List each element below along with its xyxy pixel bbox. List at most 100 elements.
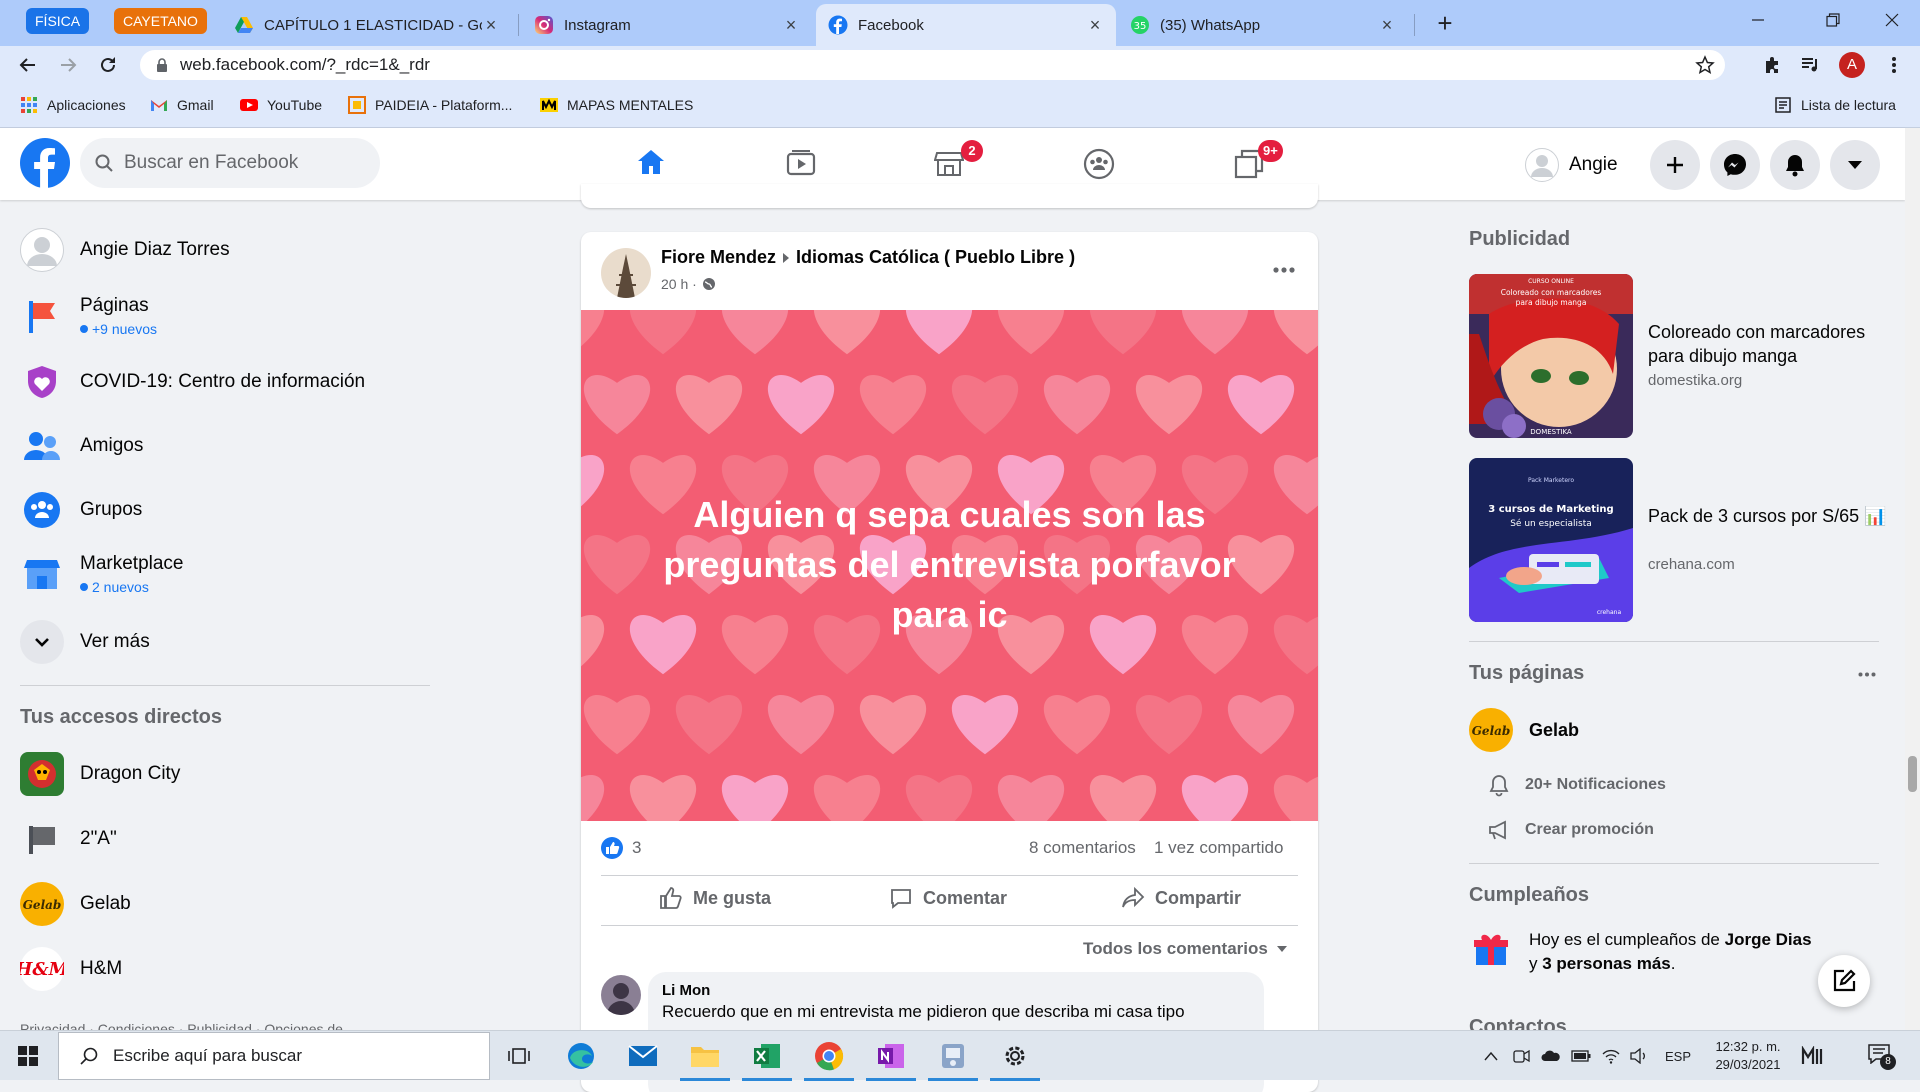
language-indicator[interactable]: ESP [1656, 1031, 1700, 1081]
create-promotion[interactable]: Crear promoción [1487, 818, 1654, 842]
file-explorer-icon[interactable] [674, 1031, 736, 1081]
post-time[interactable]: 20 h · [661, 276, 697, 292]
notifications-button[interactable] [1770, 140, 1820, 190]
settings-icon[interactable] [984, 1031, 1046, 1081]
shortcut-gelab[interactable]: Gelab Gelab [20, 882, 131, 926]
facebook-search-input[interactable]: Buscar en Facebook [80, 138, 380, 188]
ad-title[interactable]: Pack de 3 cursos por S/65 📊 [1648, 504, 1888, 528]
battery-icon[interactable] [1568, 1031, 1594, 1081]
bookmark-mapas[interactable]: MAPAS MENTALES [540, 94, 693, 116]
page-gelab[interactable]: Gelab Gelab [1469, 708, 1579, 752]
shortcut-2a[interactable]: 2"A" [20, 817, 117, 861]
page-scrollbar[interactable] [1905, 128, 1920, 1030]
chrome-icon[interactable] [798, 1031, 860, 1081]
close-tab-icon[interactable]: × [1378, 16, 1396, 34]
ad-image-text: para dibujo manga [1516, 298, 1587, 307]
sidebar-item-marketplace[interactable]: Marketplace 2 nuevos [20, 552, 184, 596]
shortcut-hm[interactable]: H&M H&M [20, 947, 122, 991]
ad-image-crehana[interactable]: Pack Marketero 3 cursos de Marketing Sé … [1469, 458, 1633, 622]
sidebar-item-profile[interactable]: Angie Diaz Torres [20, 228, 230, 272]
tab-google-drive[interactable]: CAPÍTULO 1 ELASTICIDAD - Goo × [222, 4, 512, 46]
post-text-background[interactable]: Alguien q sepa cuales son las preguntas … [581, 310, 1318, 821]
address-bar[interactable]: web.facebook.com/?_rdc=1&_rdr [140, 50, 1725, 80]
sidebar-see-more[interactable]: Ver más [20, 620, 150, 664]
footer-links[interactable]: Privacidad · Condiciones · Publicidad · … [20, 1018, 420, 1030]
like-button[interactable]: Me gusta [659, 878, 771, 918]
volume-icon[interactable] [1626, 1031, 1652, 1081]
ad-source[interactable]: domestika.org [1648, 372, 1742, 389]
onedrive-icon[interactable] [1538, 1031, 1564, 1081]
page-notifications[interactable]: 20+ Notificaciones [1487, 773, 1666, 797]
bookmark-youtube[interactable]: YouTube [240, 94, 322, 116]
back-button[interactable] [12, 49, 44, 81]
share-count[interactable]: 1 vez compartido [1154, 838, 1283, 858]
tab-instagram[interactable]: Instagram × [522, 4, 812, 46]
birthday-text[interactable]: Hoy es el cumpleaños de Jorge Dias y 3 p… [1529, 928, 1819, 976]
sidebar-item-friends[interactable]: Amigos [20, 424, 143, 468]
ad-source[interactable]: crehana.com [1648, 556, 1735, 573]
tab-group-cayetano[interactable]: CAYETANO [114, 8, 207, 34]
clock[interactable]: 12:32 p. m. 29/03/2021 [1704, 1031, 1792, 1081]
ad-title[interactable]: Coloreado con marcadores para dibujo man… [1648, 320, 1888, 368]
pages-options-button[interactable] [1850, 662, 1884, 686]
bookmark-paideia[interactable]: PAIDEIA - Plataform... [348, 94, 512, 116]
create-button[interactable] [1650, 140, 1700, 190]
sidebar-item-groups[interactable]: Grupos [20, 488, 142, 532]
profile-shortcut[interactable]: Angie [1525, 140, 1618, 190]
start-button[interactable] [0, 1031, 56, 1081]
taskbar-search-input[interactable]: Escribe aquí para buscar [58, 1032, 490, 1080]
lock-icon[interactable] [156, 57, 168, 73]
new-tab-button[interactable]: + [1430, 8, 1460, 38]
close-tab-icon[interactable]: × [782, 16, 800, 34]
reaction-summary[interactable]: 3 [601, 837, 641, 859]
scrollbar-thumb[interactable] [1908, 756, 1917, 792]
tab-whatsapp[interactable]: 35 (35) WhatsApp × [1118, 4, 1408, 46]
account-menu-button[interactable] [1830, 140, 1880, 190]
bookmark-gmail[interactable]: Gmail [150, 94, 214, 116]
restore-button[interactable] [1805, 0, 1861, 40]
app-icon[interactable] [922, 1031, 984, 1081]
share-button[interactable]: Compartir [1121, 878, 1241, 918]
tray-overflow-icon[interactable] [1478, 1031, 1504, 1081]
minimize-button[interactable] [1730, 0, 1786, 40]
reload-button[interactable] [92, 49, 124, 81]
messenger-button[interactable] [1710, 140, 1760, 190]
facebook-logo-icon[interactable] [20, 138, 70, 188]
sidebar-item-covid[interactable]: COVID-19: Centro de información [20, 360, 365, 404]
new-message-button[interactable] [1818, 955, 1870, 1007]
forward-button[interactable] [52, 49, 84, 81]
task-view-icon[interactable] [488, 1031, 550, 1081]
commenter-avatar[interactable] [601, 975, 641, 1015]
bookmark-apps[interactable]: Aplicaciones [20, 94, 126, 116]
ad-image-domestika[interactable]: CURSO ONLINE Coloreado con marcadores pa… [1469, 274, 1633, 438]
reading-list-button[interactable]: Lista de lectura [1774, 94, 1896, 116]
mail-icon[interactable] [612, 1031, 674, 1081]
close-tab-icon[interactable]: × [1086, 16, 1104, 34]
close-tab-icon[interactable]: × [482, 16, 500, 34]
close-window-button[interactable] [1864, 0, 1920, 40]
tab-facebook[interactable]: Facebook × [816, 4, 1116, 46]
onenote-icon[interactable] [860, 1031, 922, 1081]
post-options-button[interactable] [1266, 252, 1302, 288]
excel-icon[interactable] [736, 1031, 798, 1081]
ime-icon[interactable] [1796, 1031, 1832, 1081]
profile-avatar[interactable]: A [1836, 49, 1868, 81]
chrome-menu-icon[interactable] [1878, 49, 1910, 81]
tab-group-fisica[interactable]: FÍSICA [26, 8, 90, 34]
extensions-icon[interactable] [1756, 49, 1788, 81]
author-name[interactable]: Fiore Mendez [661, 247, 776, 268]
bookmark-star-icon[interactable] [1695, 55, 1715, 75]
sidebar-item-pages[interactable]: Páginas +9 nuevos [20, 294, 157, 338]
notification-center-button[interactable]: 8 [1856, 1031, 1906, 1081]
group-name[interactable]: Idiomas Católica ( Pueblo Libre ) [796, 247, 1075, 268]
comment-filter[interactable]: Todos los comentarios [1083, 939, 1288, 959]
comment-count[interactable]: 8 comentarios [1029, 838, 1136, 858]
author-avatar[interactable] [601, 248, 651, 298]
shortcut-dragon-city[interactable]: Dragon City [20, 752, 180, 796]
wifi-icon[interactable] [1598, 1031, 1624, 1081]
media-queue-icon[interactable] [1794, 49, 1826, 81]
comment-author[interactable]: Li Mon [662, 982, 1250, 999]
meet-now-icon[interactable] [1508, 1031, 1534, 1081]
edge-icon[interactable] [550, 1031, 612, 1081]
comment-button[interactable]: Comentar [889, 878, 1007, 918]
